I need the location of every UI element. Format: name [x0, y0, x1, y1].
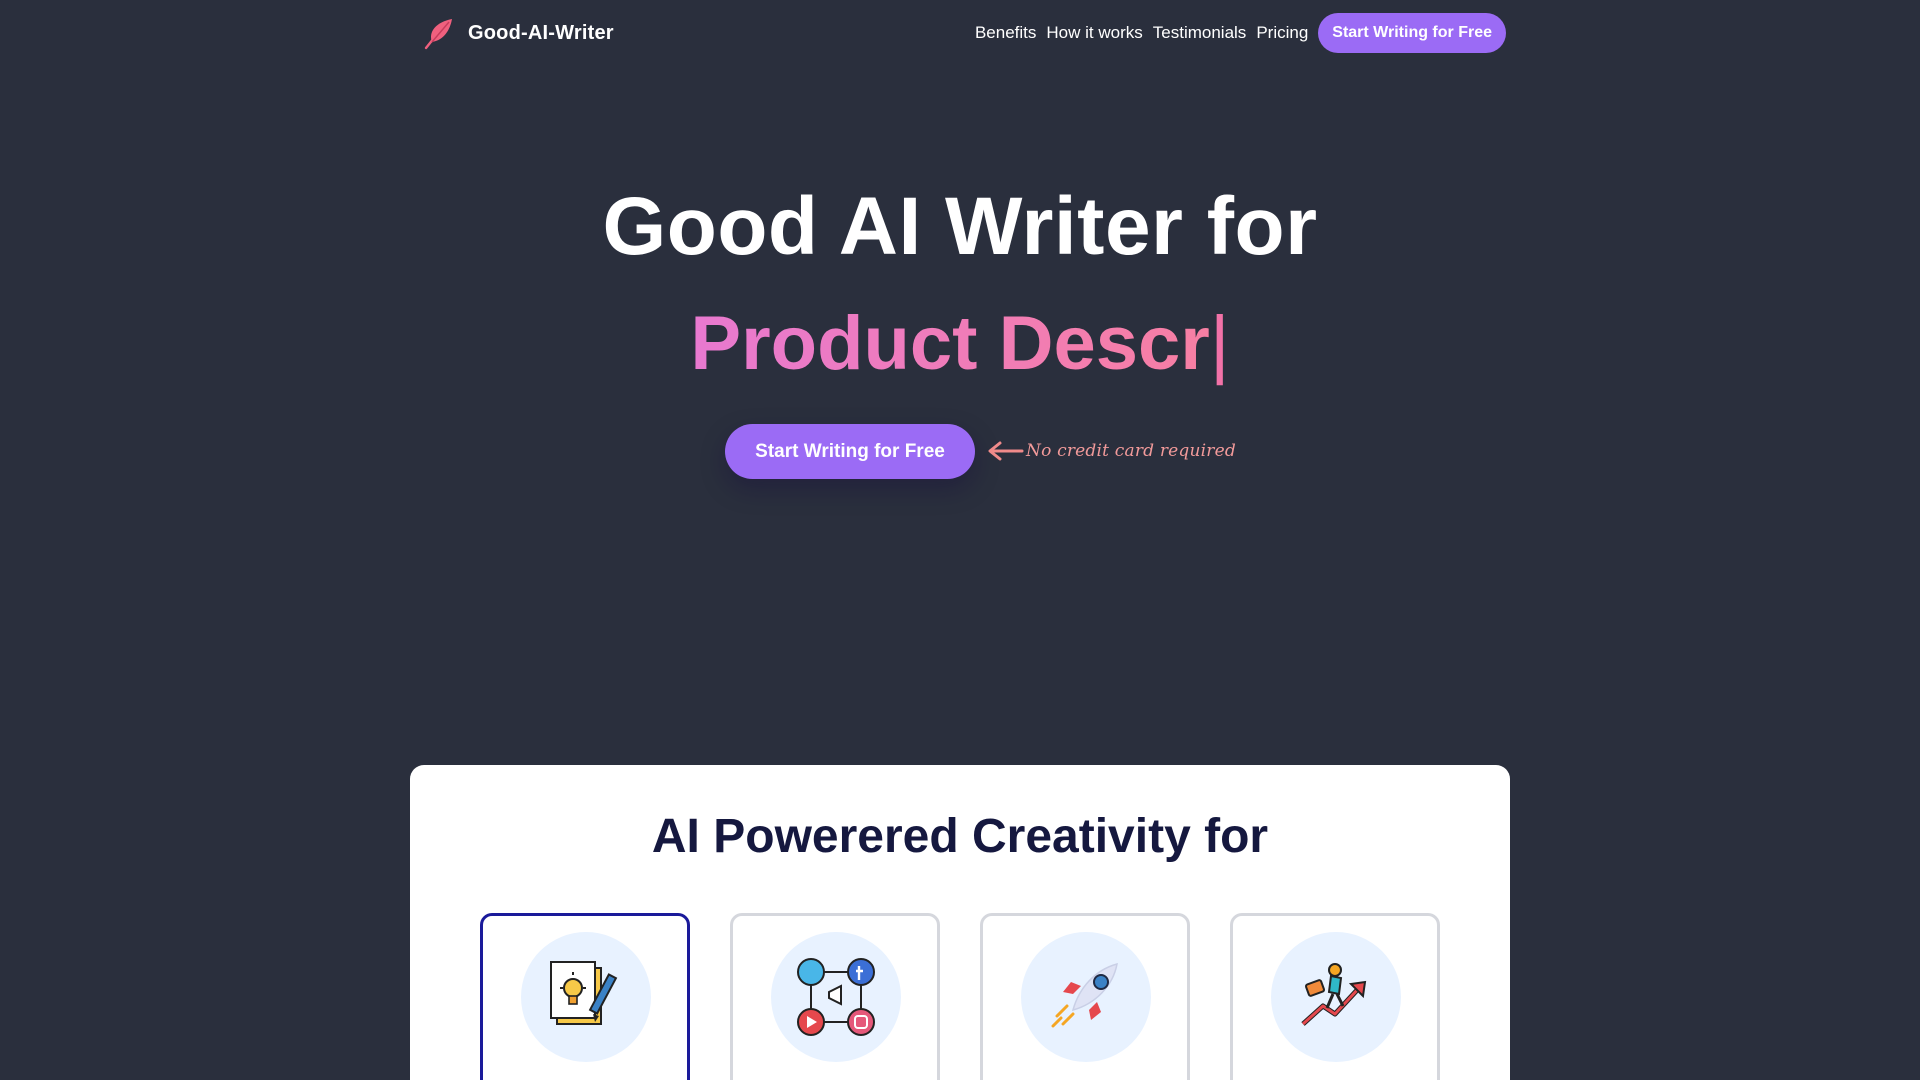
growth-chart-icon [1301, 963, 1367, 1026]
arrow-left-icon [988, 441, 1024, 461]
icon-circle [1021, 932, 1151, 1062]
hero-start-writing-button[interactable]: Start Writing for Free [725, 424, 975, 479]
hero-typed-word: Product Descr [690, 301, 1210, 386]
no-credit-card-text: No credit card required [1026, 441, 1236, 461]
feature-tile-writing[interactable] [480, 913, 690, 1080]
icon-circle [771, 932, 901, 1062]
nav-link-how-it-works[interactable]: How it works [1046, 23, 1142, 43]
nav-links: Benefits How it works Testimonials Prici… [975, 13, 1506, 53]
features-title: AI Powerered Creativity for [651, 810, 1269, 863]
no-credit-card-note: No credit card required [986, 436, 1236, 466]
feather-icon [424, 19, 452, 50]
nav-start-writing-button[interactable]: Start Writing for Free [1318, 13, 1506, 53]
brand-name: Good-AI-Writer [468, 21, 614, 44]
nav-link-benefits[interactable]: Benefits [975, 23, 1036, 43]
feature-tile-growth[interactable] [1230, 913, 1440, 1080]
icon-circle [521, 932, 651, 1062]
hero-typing-text: Product Descr| [0, 300, 1920, 387]
rocket-icon [1051, 962, 1118, 1028]
feature-tile-launch[interactable] [980, 913, 1190, 1080]
typing-caret: | [1209, 301, 1230, 386]
social-media-icon [797, 958, 875, 1036]
idea-writing-icon [550, 961, 618, 1025]
features-panel: AI Powerered Creativity for [410, 765, 1510, 1080]
feature-tile-social-media[interactable] [730, 913, 940, 1080]
top-nav: Good-AI-Writer Benefits How it works Tes… [422, 12, 1506, 54]
icon-circle [1271, 932, 1401, 1062]
hero-title: Good AI Writer for [602, 181, 1318, 272]
brand[interactable]: Good-AI-Writer [422, 16, 614, 50]
nav-link-testimonials[interactable]: Testimonials [1153, 23, 1247, 43]
nav-link-pricing[interactable]: Pricing [1256, 23, 1308, 43]
